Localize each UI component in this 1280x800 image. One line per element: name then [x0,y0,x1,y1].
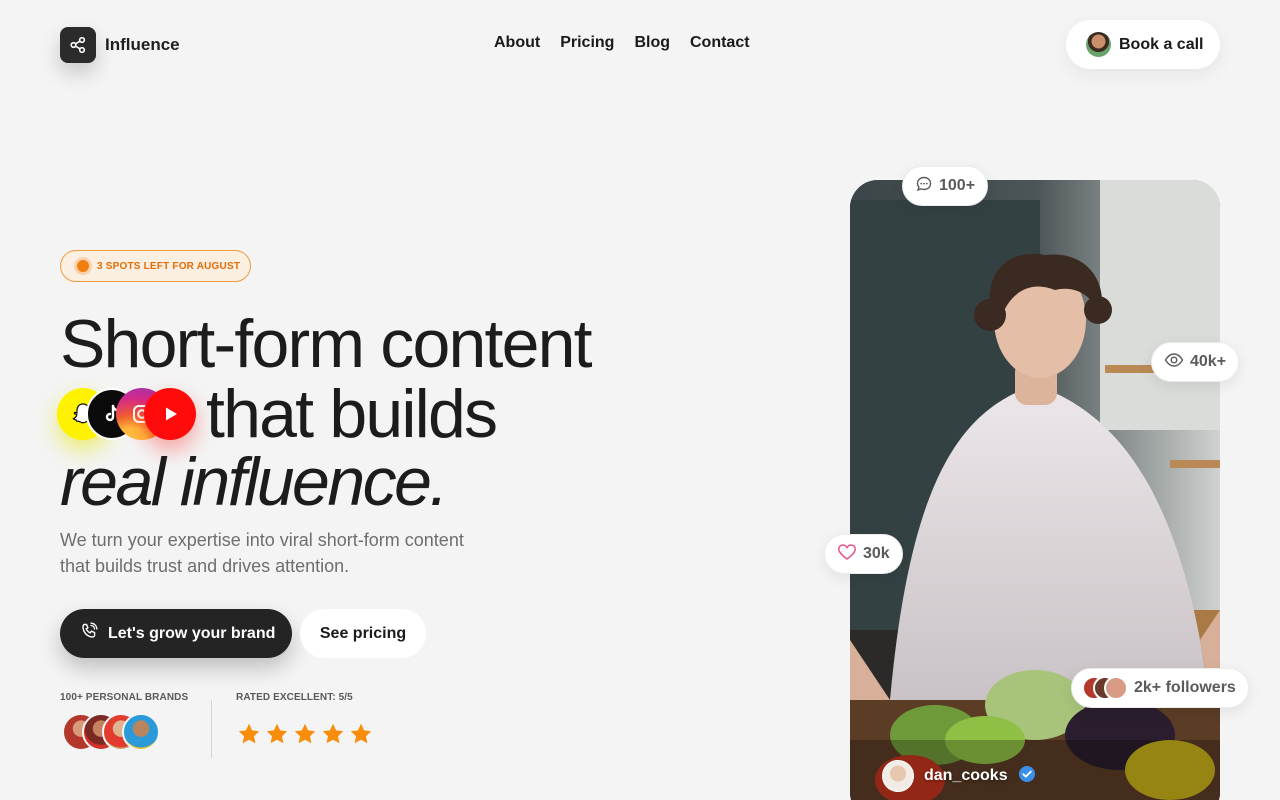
follower-avatars [1082,676,1128,700]
nav-contact[interactable]: Contact [690,34,750,52]
client-avatars [62,713,162,753]
headline-line-3: real influence. [60,444,448,520]
book-call-label: Book a call [1119,35,1204,53]
hero-subtitle: We turn your expertise into viral short-… [60,530,464,576]
avatar [1104,676,1128,700]
brand-name: Influence [105,35,180,54]
avatar [1086,32,1111,57]
status-dot-icon [77,260,89,272]
star-icon [266,723,288,744]
site-header: Influence About Pricing Blog Contact Boo… [0,0,1280,90]
verified-icon [1018,765,1036,788]
headline-line-2-row: that builds [57,376,660,452]
nav-pricing[interactable]: Pricing [560,34,614,52]
comments-stat: 100+ [902,166,989,206]
views-count: 40k+ [1190,353,1227,370]
star-icon [238,723,260,744]
followers-count: 2k+ followers [1134,679,1236,696]
likes-count: 30k [863,545,890,562]
book-call-button[interactable]: Book a call [1066,20,1220,69]
star-icon [322,723,344,744]
views-stat: 40k+ [1151,342,1240,382]
nav-blog[interactable]: Blog [634,34,670,52]
grow-brand-label: Let's grow your brand [108,624,276,642]
eye-icon [1164,351,1184,374]
share-icon [60,27,96,63]
followers-stat: 2k+ followers [1071,668,1249,708]
comments-count: 100+ [939,177,976,194]
main-nav: About Pricing Blog Contact [494,34,750,52]
youtube-icon [144,388,196,440]
star-icon [350,723,372,744]
avatar [882,760,914,792]
grow-brand-button[interactable]: Let's grow your brand [60,609,292,658]
phone-icon [80,622,98,645]
creator-tag[interactable]: dan_cooks [882,760,1036,792]
divider [211,700,212,758]
brand-logo[interactable]: Influence [60,27,180,63]
badge-text: 3 SPOTS LEFT FOR AUGUST [97,260,241,272]
heart-icon [837,543,857,566]
avatar [122,713,160,751]
likes-stat: 30k [824,534,903,574]
comment-icon [915,175,933,198]
hero-headline: Short-form content that builds real infl… [57,306,593,518]
availability-badge: 3 SPOTS LEFT FOR AUGUST [60,250,251,282]
see-pricing-button[interactable]: See pricing [300,609,426,658]
rating-stars [237,722,373,746]
headline-line-2: that builds [206,376,498,452]
star-icon [294,723,316,744]
headline-line-1: Short-form content [60,306,593,382]
rating-label: RATED EXCELLENT: 5/5 [236,692,353,703]
see-pricing-label: See pricing [319,624,407,642]
nav-about[interactable]: About [494,34,540,52]
brands-count-label: 100+ PERSONAL BRANDS [60,692,189,703]
creator-username: dan_cooks [924,767,1008,784]
